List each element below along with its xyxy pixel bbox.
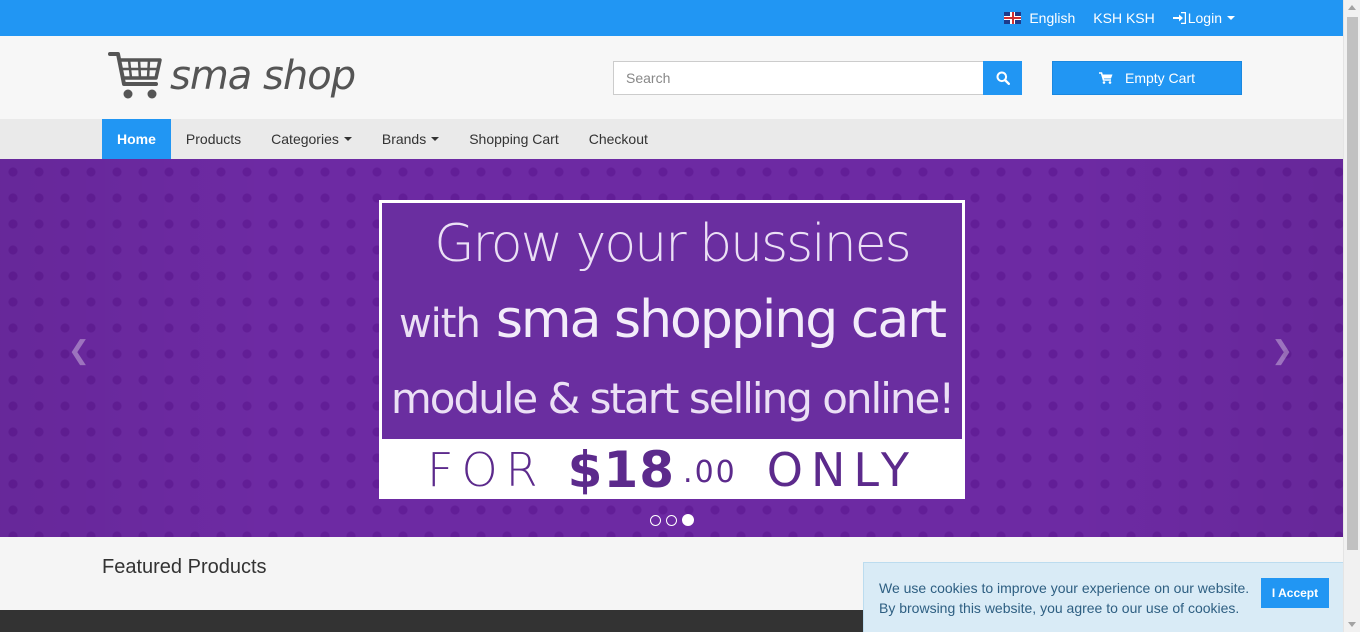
cart-label: Empty Cart [1124,70,1195,86]
promo-banner-headline: Grow your bussines with sma shopping cart… [382,203,962,439]
language-selector[interactable]: English [1004,10,1075,26]
login-label: Login [1187,10,1222,26]
chevron-down-icon [1227,16,1235,20]
top-bar: English KSH KSH Login [0,0,1343,36]
scroll-up-icon[interactable] [1348,5,1356,10]
page-scrollbar[interactable] [1343,0,1360,632]
search-icon [996,71,1010,85]
hero-carousel: ❮ ❯ Grow your bussines with sma shopping … [0,159,1343,537]
currency-label: KSH KSH [1093,10,1155,26]
main-nav: Home Products Categories Brands Shopping… [0,119,1343,159]
nav-item-brands[interactable]: Brands [367,119,454,159]
nav-item-shopping-cart[interactable]: Shopping Cart [454,119,574,159]
site-logo[interactable]: sma shop [108,50,356,102]
banner-line-3: module & start selling online! [390,374,955,423]
featured-products-heading: Featured Products [102,556,267,578]
nav-item-home[interactable]: Home [102,119,171,159]
carousel-indicators [650,514,694,526]
search-form [613,61,1022,95]
search-input[interactable] [613,61,983,95]
carousel-next-icon[interactable]: ❯ [1271,335,1293,366]
site-header: sma shop Empty Cart [0,36,1343,119]
search-button[interactable] [983,61,1022,95]
login-menu[interactable]: Login [1172,10,1235,26]
logo-text: sma shop [170,53,356,99]
carousel-indicator-2[interactable] [666,514,677,526]
nav-item-categories[interactable]: Categories [256,119,367,159]
carousel-prev-icon[interactable]: ❮ [68,335,90,366]
banner-price-strip: FOR $18 .00 ONLY [427,440,917,499]
carousel-indicator-1[interactable] [650,514,661,526]
banner-line-1: Grow your bussines [434,214,911,274]
carousel-indicator-3[interactable] [682,514,694,526]
promo-banner[interactable]: Grow your bussines with sma shopping cart… [379,200,965,499]
currency-selector[interactable]: KSH KSH [1093,10,1154,26]
cookie-accept-button[interactable]: I Accept [1261,578,1329,608]
cookie-message: We use cookies to improve your experienc… [879,580,1250,616]
cart-button[interactable]: Empty Cart [1052,61,1242,95]
scroll-down-icon[interactable] [1348,622,1356,627]
nav-item-products[interactable]: Products [171,119,256,159]
scrollbar-thumb[interactable] [1347,17,1358,550]
shopping-cart-logo-icon [108,52,162,99]
chevron-down-icon [343,137,352,141]
nav-item-checkout[interactable]: Checkout [574,119,663,159]
cart-icon [1098,72,1113,84]
cookie-notice: We use cookies to improve your experienc… [863,562,1343,632]
banner-price: $18 [567,440,676,499]
top-bar-menu: English KSH KSH Login [1004,0,1235,36]
language-label: English [1029,10,1076,26]
chevron-down-icon [431,137,440,141]
banner-line-2: with sma shopping cart [398,290,947,350]
uk-flag-icon [1004,12,1022,24]
sign-in-icon [1172,12,1186,24]
